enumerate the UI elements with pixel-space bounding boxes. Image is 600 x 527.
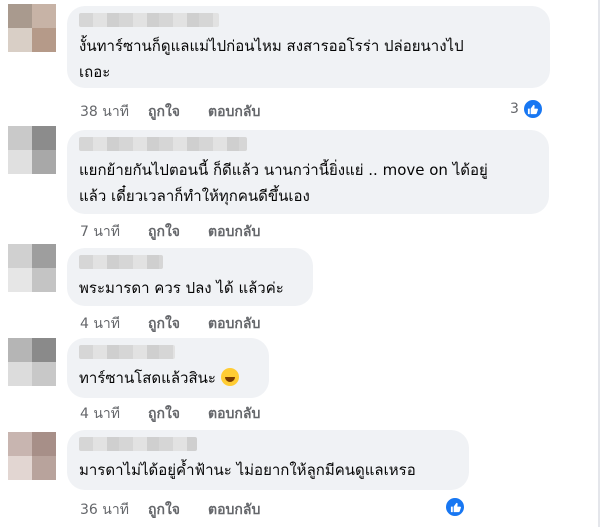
laughing-emoji-icon [220,368,239,386]
comment-bubble: ทาร์ซานโสดแล้วสินะ [67,338,269,398]
comment-bubble: แยกย้ายกันไปตอนนี้ ก็ดีแล้ว นานกว่านี้ยิ… [67,130,549,214]
comment-time[interactable]: 36 นาที [80,499,148,521]
like-icon [444,496,466,518]
reply-button[interactable]: ตอบกลับ [208,221,260,243]
comment-actions: 4 นาที ถูกใจ ตอบกลับ [80,403,260,425]
blurred-author-name[interactable] [79,13,219,27]
like-button[interactable]: ถูกใจ [148,221,208,243]
blurred-author-name[interactable] [79,345,175,359]
reply-button[interactable]: ตอบกลับ [208,499,260,521]
reaction-count: 3 [510,101,519,117]
comment-text: ทาร์ซานโสดแล้วสินะ [79,365,257,391]
comment-actions: 4 นาที ถูกใจ ตอบกลับ [80,313,260,335]
blurred-author-name[interactable] [79,437,197,451]
like-button[interactable]: ถูกใจ [148,499,208,521]
blurred-author-name[interactable] [79,137,247,151]
comment-text: มารดาไม่ได้อยู่ค้ำฟ้านะ ไม่อยากให้ลูกมีค… [79,461,416,479]
reply-button[interactable]: ตอบกลับ [208,101,260,123]
avatar[interactable] [8,4,56,52]
reply-button[interactable]: ตอบกลับ [208,403,260,425]
reply-button[interactable]: ตอบกลับ [208,313,260,335]
comment-actions: 36 นาที ถูกใจ ตอบกลับ [80,499,260,521]
like-button[interactable]: ถูกใจ [148,101,208,123]
blurred-author-name[interactable] [79,255,163,269]
avatar[interactable] [8,244,56,292]
comment-text: พระมารดา ควร ปลง ได้ แล้วค่ะ [79,279,284,297]
comment-text: แยกย้ายกันไปตอนนี้ ก็ดีแล้ว นานกว่านี้ยิ… [79,161,488,205]
like-button[interactable]: ถูกใจ [148,313,208,335]
like-button[interactable]: ถูกใจ [148,403,208,425]
comment-time[interactable]: 38 นาที [80,101,148,123]
comment-actions: 38 นาที ถูกใจ ตอบกลับ [80,101,260,123]
reaction-summary[interactable] [444,496,466,518]
reaction-summary[interactable]: 3 [510,98,544,120]
avatar[interactable] [8,338,56,386]
like-icon [521,98,544,120]
comment-bubble: พระมารดา ควร ปลง ได้ แล้วค่ะ [67,248,313,306]
comment-text: งั้นทาร์ซานก็ดูแลแม่ไปก่อนไหม สงสารออโรร… [79,37,464,81]
comment-actions: 7 นาที ถูกใจ ตอบกลับ [80,221,260,243]
comment-bubble: งั้นทาร์ซานก็ดูแลแม่ไปก่อนไหม สงสารออโรร… [67,6,550,88]
avatar[interactable] [8,432,56,480]
avatar[interactable] [8,126,56,174]
comment-bubble: มารดาไม่ได้อยู่ค้ำฟ้านะ ไม่อยากให้ลูกมีค… [67,430,469,490]
comment-time[interactable]: 4 นาที [80,403,148,425]
comment-time[interactable]: 7 นาที [80,221,148,243]
comment-time[interactable]: 4 นาที [80,313,148,335]
